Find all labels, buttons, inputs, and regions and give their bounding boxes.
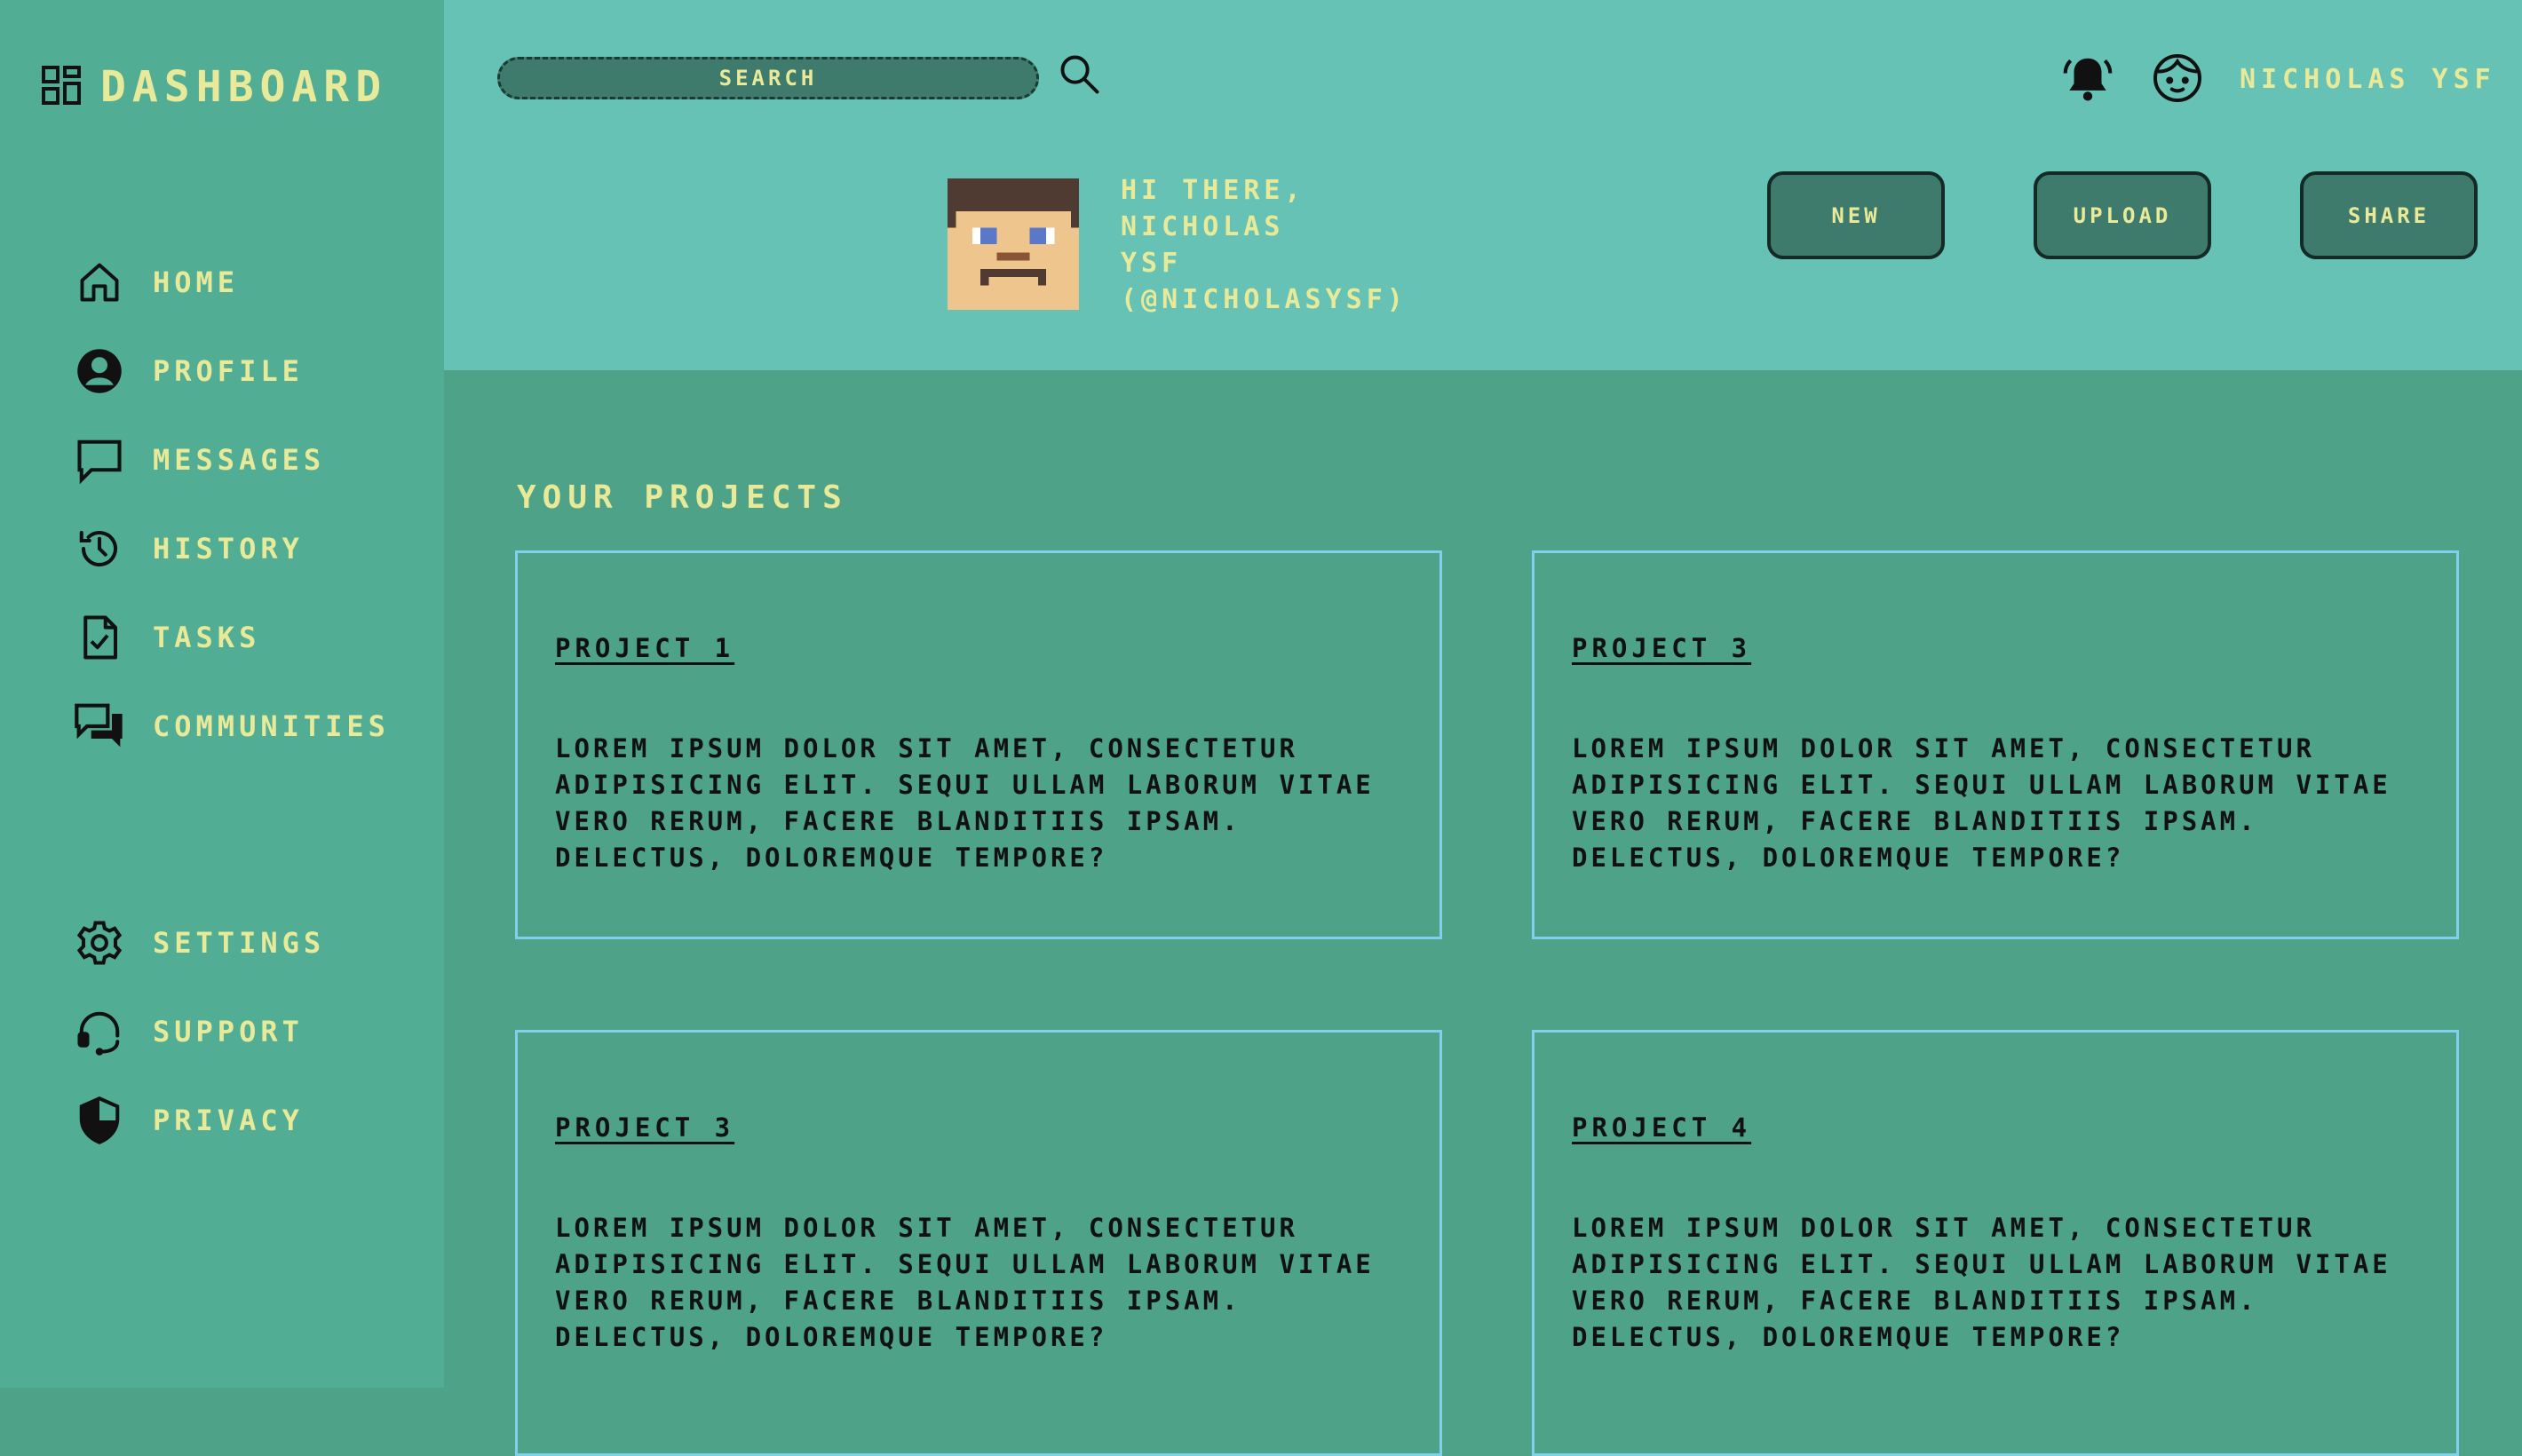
sidebar-item-home[interactable]: HOME	[73, 238, 390, 327]
project-description: LOREM IPSUM DOLOR SIT AMET, CONSECTETUR …	[1572, 1213, 2391, 1352]
profile-icon	[73, 344, 126, 398]
sidebar-item-messages[interactable]: MESSAGES	[73, 415, 390, 504]
sidebar-item-tasks[interactable]: TASKS	[73, 593, 390, 682]
sidebar-item-label: MESSAGES	[153, 443, 326, 477]
sidebar-item-label: PRIVACY	[153, 1104, 304, 1137]
sidebar-item-label: PROFILE	[153, 354, 304, 388]
sidebar-item-label: TASKS	[153, 621, 261, 654]
project-card[interactable]: PROJECT 1 LOREM IPSUM DOLOR SIT AMET, CO…	[515, 550, 1442, 939]
sidebar-item-label: SUPPORT	[153, 1015, 304, 1048]
project-description: LOREM IPSUM DOLOR SIT AMET, CONSECTETUR …	[555, 1213, 1375, 1352]
task-icon	[73, 611, 126, 664]
sidebar-item-label: HISTORY	[153, 532, 304, 566]
section-title: YOUR PROJECTS	[517, 479, 848, 516]
shield-icon	[73, 1094, 126, 1147]
sidebar-item-settings[interactable]: SETTINGS	[73, 898, 325, 987]
history-icon	[73, 522, 126, 575]
secondary-nav: SETTINGS SUPPORT PRIVACY	[73, 898, 325, 1165]
greeting-line: NICHOLAS	[1121, 211, 1285, 242]
primary-nav: HOME PROFILE MESSAGES HISTORY TASKS COMM…	[73, 238, 390, 771]
sidebar-item-label: SETTINGS	[153, 926, 326, 960]
greeting-line: (@NICHOLASYSF)	[1121, 284, 1408, 315]
top-bar: NICHOLAS YSF HI THERE, NICHOLAS YSF (@NI…	[444, 0, 2522, 370]
project-title[interactable]: PROJECT 3	[555, 1112, 734, 1143]
project-title[interactable]: PROJECT 4	[1572, 1112, 1751, 1143]
share-button[interactable]: SHARE	[2300, 171, 2478, 259]
sidebar-item-privacy[interactable]: PRIVACY	[73, 1076, 325, 1165]
project-description: LOREM IPSUM DOLOR SIT AMET, CONSECTETUR …	[1572, 733, 2391, 873]
avatar	[948, 178, 1079, 314]
gear-icon	[73, 916, 126, 969]
sidebar-item-support[interactable]: SUPPORT	[73, 987, 325, 1076]
sidebar: DASHBOARD HOME PROFILE MESSAGES HISTORY …	[0, 0, 444, 1388]
project-card[interactable]: PROJECT 4 LOREM IPSUM DOLOR SIT AMET, CO…	[1532, 1030, 2459, 1456]
upload-button[interactable]: UPLOAD	[2034, 171, 2211, 259]
user-name[interactable]: NICHOLAS YSF	[2240, 64, 2496, 95]
greeting-line: HI THERE,	[1121, 175, 1305, 206]
communities-icon	[73, 700, 126, 753]
dashboard-grid-icon	[40, 64, 83, 110]
brand[interactable]: DASHBOARD	[40, 62, 387, 112]
project-card[interactable]: PROJECT 3 LOREM IPSUM DOLOR SIT AMET, CO…	[1532, 550, 2459, 939]
sidebar-item-label: COMMUNITIES	[153, 709, 390, 743]
project-title[interactable]: PROJECT 1	[555, 633, 734, 663]
bell-icon[interactable]	[2060, 51, 2115, 110]
project-card[interactable]: PROJECT 3 LOREM IPSUM DOLOR SIT AMET, CO…	[515, 1030, 1442, 1456]
brand-title: DASHBOARD	[100, 62, 388, 112]
search-icon[interactable]	[1057, 51, 1103, 101]
face-icon[interactable]	[2151, 51, 2204, 108]
project-title[interactable]: PROJECT 3	[1572, 633, 1751, 663]
home-icon	[73, 256, 126, 309]
project-description: LOREM IPSUM DOLOR SIT AMET, CONSECTETUR …	[555, 733, 1375, 873]
sidebar-item-label: HOME	[153, 265, 240, 299]
sidebar-item-profile[interactable]: PROFILE	[73, 327, 390, 415]
sidebar-item-history[interactable]: HISTORY	[73, 504, 390, 593]
sidebar-item-communities[interactable]: COMMUNITIES	[73, 682, 390, 771]
greeting: HI THERE, NICHOLAS YSF (@NICHOLASYSF)	[1121, 172, 1440, 318]
message-icon	[73, 433, 126, 487]
new-button[interactable]: NEW	[1767, 171, 1945, 259]
support-headset-icon	[73, 1005, 126, 1058]
greeting-line: YSF	[1121, 248, 1183, 279]
search-input[interactable]	[497, 57, 1039, 99]
